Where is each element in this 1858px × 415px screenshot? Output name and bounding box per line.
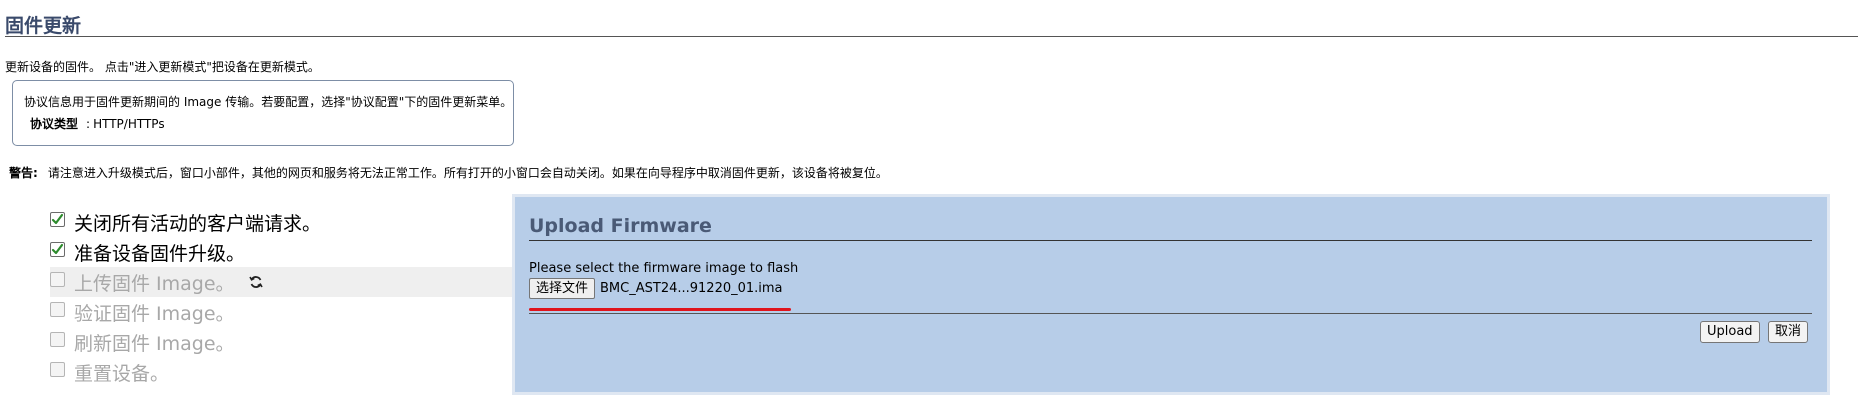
protocol-type-value: HTTP/HTTPs xyxy=(93,117,165,131)
upload-firmware-panel: Upload Firmware Please select the firmwa… xyxy=(512,194,1830,395)
checkmark-icon xyxy=(51,213,64,224)
warning-label: 警告: xyxy=(9,166,38,180)
selected-file-name: BMC_AST24...91220_01.ima xyxy=(600,281,783,296)
upload-panel-title: Upload Firmware xyxy=(529,215,712,237)
cancel-button[interactable]: 取消 xyxy=(1768,321,1809,343)
update-steps-list: 关闭所有活动的客户端请求。 准备设备固件升级。 上传固件 Image。 验证固件… xyxy=(50,207,515,387)
step-item: 刷新固件 Image。 xyxy=(50,327,515,357)
step-label: 重置设备。 xyxy=(74,362,170,385)
step-item: 验证固件 Image。 xyxy=(50,297,515,327)
protocol-type-label: 协议类型 xyxy=(30,117,79,131)
step-checkbox xyxy=(50,241,65,257)
step-label: 准备设备固件升级。 xyxy=(74,242,246,265)
step-label: 上传固件 Image。 xyxy=(74,272,235,295)
step-item: 准备设备固件升级。 xyxy=(50,237,515,267)
step-item: 重置设备。 xyxy=(50,357,515,387)
page-description: 更新设备的固件。 点击"进入更新模式"把设备在更新模式。 xyxy=(5,60,320,74)
checkmark-icon xyxy=(51,243,64,254)
page-title: 固件更新 xyxy=(5,15,82,37)
step-label: 关闭所有活动的客户端请求。 xyxy=(74,212,322,235)
upload-button[interactable]: Upload xyxy=(1700,321,1760,343)
warning-text: 请注意进入升级模式后，窗口小部件，其他的网页和服务将无法正常工作。所有打开的小窗… xyxy=(47,166,888,180)
highlight-underline xyxy=(529,308,791,311)
step-item-active: 上传固件 Image。 xyxy=(50,267,515,297)
step-checkbox xyxy=(50,301,65,317)
step-checkbox xyxy=(50,211,65,227)
protocol-info-box: 协议信息用于固件更新期间的 Image 传输。若要配置，选择"协议配置"下的固件… xyxy=(12,80,514,146)
step-item: 关闭所有活动的客户端请求。 xyxy=(50,207,515,237)
title-divider xyxy=(5,36,1858,37)
warning-message: 警告: 请注意进入升级模式后，窗口小部件，其他的网页和服务将无法正常工作。所有打开… xyxy=(9,164,888,181)
step-label: 验证固件 Image。 xyxy=(74,302,235,325)
protocol-row: 协议类型: HTTP/HTTPs xyxy=(30,115,165,132)
step-checkbox xyxy=(50,271,65,287)
panel-divider xyxy=(529,313,1812,314)
upload-title-divider xyxy=(529,240,1812,241)
upload-prompt: Please select the firmware image to flas… xyxy=(529,261,799,276)
file-input-row: 选择文件 BMC_AST24...91220_01.ima xyxy=(529,278,783,299)
protocol-separator: : xyxy=(86,117,91,131)
spinner-icon xyxy=(248,275,263,289)
protocol-info-text: 协议信息用于固件更新期间的 Image 传输。若要配置，选择"协议配置"下的固件… xyxy=(24,95,513,109)
step-label: 刷新固件 Image。 xyxy=(74,332,235,355)
step-checkbox xyxy=(50,361,65,377)
step-checkbox xyxy=(50,331,65,347)
choose-file-button[interactable]: 选择文件 xyxy=(529,278,596,299)
